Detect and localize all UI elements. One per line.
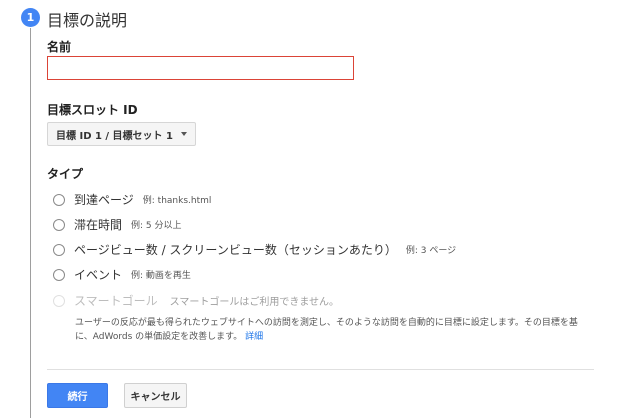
type-option-destination[interactable]: 到達ページ 例: thanks.html	[53, 191, 211, 208]
step-title: 目標の説明	[47, 11, 128, 30]
cancel-button[interactable]: キャンセル	[124, 383, 187, 408]
step-number-badge: 1	[21, 8, 40, 27]
radio-button[interactable]	[53, 218, 65, 231]
type-option-duration[interactable]: 滞在時間 例: 5 分以上	[53, 216, 182, 233]
type-option-label: スマートゴール	[74, 294, 158, 308]
type-option-label: 到達ページ	[74, 193, 134, 207]
smart-goal-description: ユーザーの反応が最も得られたウェブサイトへの訪問を測定し、そのような訪問を自動的…	[75, 316, 595, 344]
goal-slot-selected-value: 目標 ID 1 / 目標セット 1	[56, 130, 173, 142]
type-option-event[interactable]: イベント 例: 動画を再生	[53, 266, 191, 283]
continue-button[interactable]: 続行	[47, 383, 108, 408]
type-option-example: 例: 動画を再生	[131, 271, 191, 281]
type-option-label: イベント	[74, 268, 123, 282]
type-option-example: 例: 3 ページ	[405, 246, 457, 256]
type-option-smart-goal: スマートゴール スマートゴールはご利用できません。	[53, 292, 339, 309]
type-label: タイプ	[47, 167, 84, 181]
type-option-unavailable-note: スマートゴールはご利用できません。	[169, 297, 340, 308]
section-divider	[47, 369, 594, 370]
goal-name-input[interactable]	[47, 56, 354, 80]
details-link[interactable]: 詳細	[245, 332, 263, 342]
step-connector-line	[30, 28, 31, 418]
type-option-example: 例: thanks.html	[142, 196, 212, 206]
type-option-pages-per-session[interactable]: ページビュー数 / スクリーンビュー数（セッションあたり） 例: 3 ページ	[53, 241, 456, 258]
radio-button-disabled	[53, 294, 65, 307]
radio-button[interactable]	[53, 268, 65, 281]
type-option-label: 滞在時間	[74, 218, 123, 232]
goal-slot-dropdown[interactable]: 目標 ID 1 / 目標セット 1	[47, 122, 196, 146]
type-option-example: 例: 5 分以上	[131, 221, 182, 231]
name-label: 名前	[47, 40, 72, 54]
radio-button[interactable]	[53, 193, 65, 206]
chevron-down-icon	[181, 132, 187, 136]
goal-slot-label: 目標スロット ID	[47, 103, 138, 117]
radio-button[interactable]	[53, 243, 65, 256]
type-option-label: ページビュー数 / スクリーンビュー数（セッションあたり）	[74, 243, 397, 257]
smart-goal-description-text: ユーザーの反応が最も得られたウェブサイトへの訪問を測定し、そのような訪問を自動的…	[75, 318, 578, 342]
